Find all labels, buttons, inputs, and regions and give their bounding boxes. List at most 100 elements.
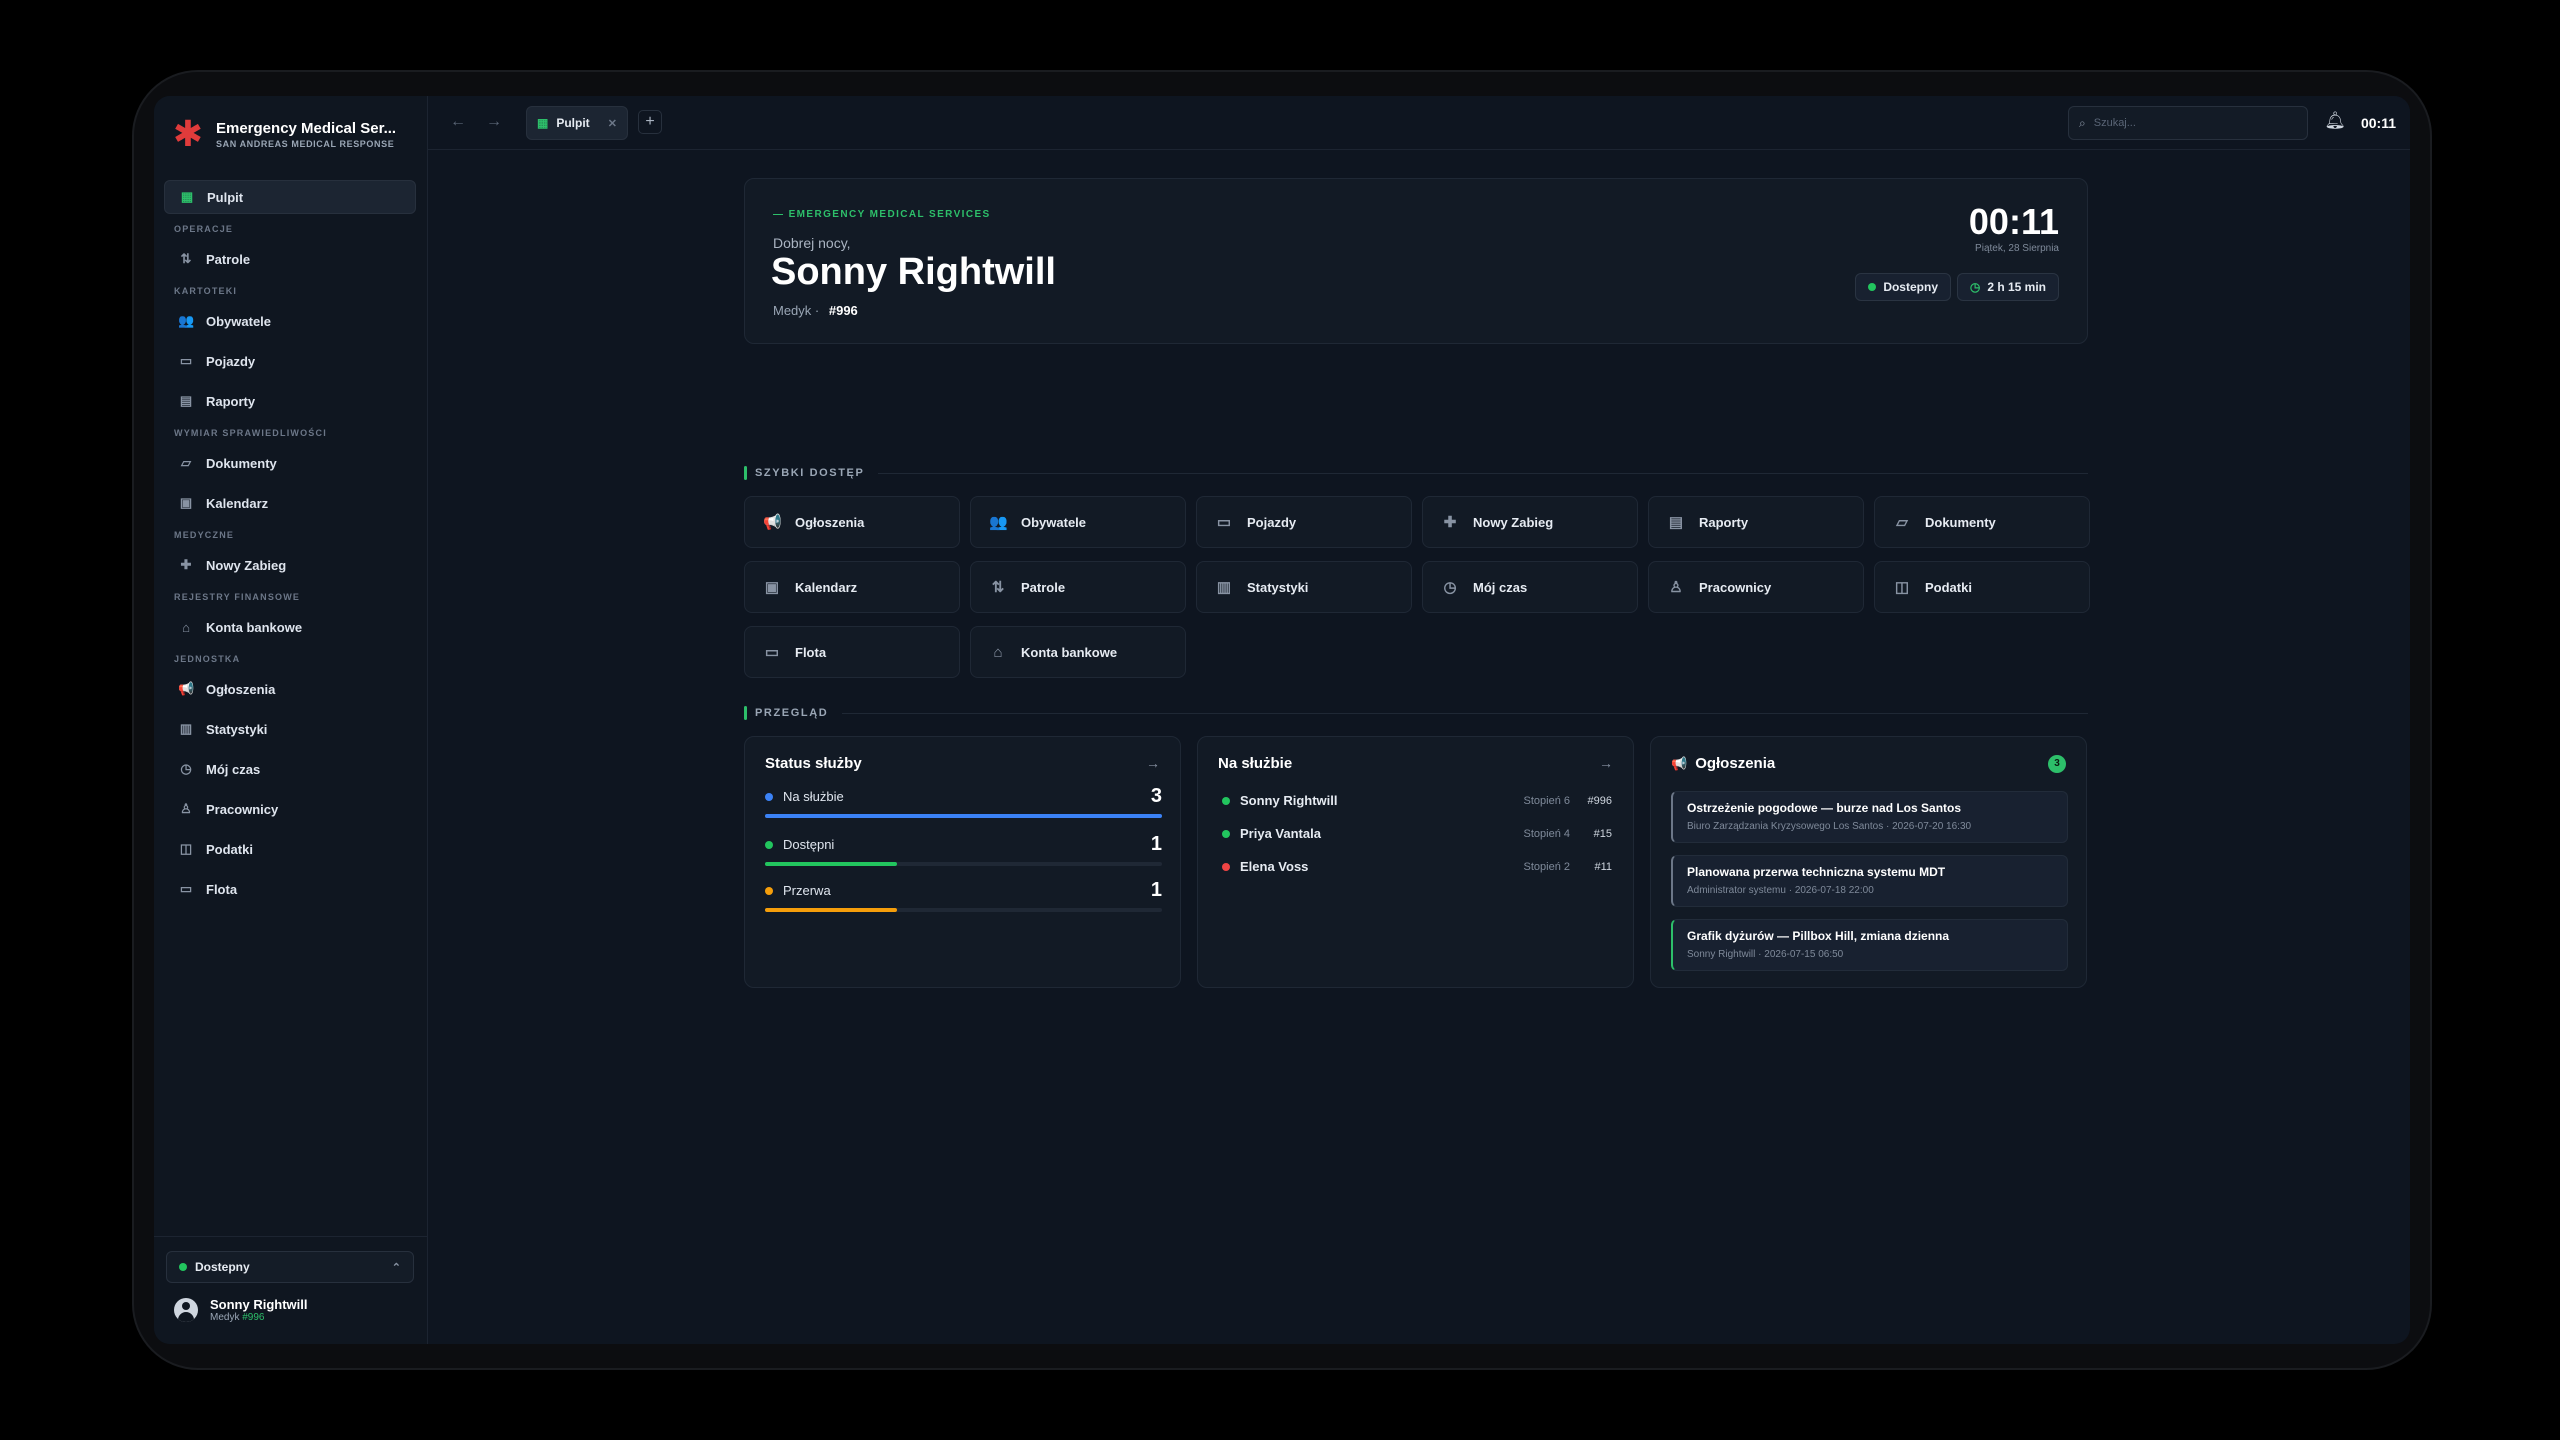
sidebar-item-nowy-zabieg[interactable]: ✚ Nowy Zabieg — [164, 548, 416, 582]
announcement-item[interactable]: Ostrzeżenie pogodowe — burze nad Los San… — [1671, 791, 2068, 843]
route-icon: ⇅ — [991, 579, 1005, 596]
avatar — [174, 1298, 198, 1322]
brand[interactable]: ✱ Emergency Medical Ser... SAN ANDREAS M… — [170, 112, 420, 156]
quick-kalendarz-button[interactable]: ▣ Kalendarz — [744, 561, 960, 613]
sidebar-item-flota[interactable]: ▭ Flota — [164, 872, 416, 906]
sidebar-item-label: Statystyki — [206, 721, 268, 737]
sidebar-section-title: MEDYCZNE — [174, 530, 235, 540]
sidebar-item-patrole[interactable]: ⇅ Patrole — [164, 242, 416, 276]
list-item[interactable]: Priya Vantala Stopień 4 #15 — [1222, 826, 1612, 841]
quick-obywatele-button[interactable]: 👥 Obywatele — [970, 496, 1186, 548]
quick-pracownicy-button[interactable]: ♙ Pracownicy — [1648, 561, 1864, 613]
car-icon: ▭ — [179, 353, 193, 368]
sidebar-item-obywatele[interactable]: 👥 Obywatele — [164, 304, 416, 338]
user-name: Sonny Rightwill — [210, 1297, 308, 1312]
sidebar-item-label: Flota — [206, 881, 238, 897]
money-icon: ◫ — [1894, 579, 1910, 596]
quick-raporty-button[interactable]: ▤ Raporty — [1648, 496, 1864, 548]
sidebar-item-label: Obywatele — [206, 313, 272, 329]
close-icon[interactable]: ✕ — [608, 117, 617, 130]
folder-icon: ▱ — [181, 455, 191, 470]
sidebar-footer: Dostepny ⌃ Sonny Rightwill Medyk #996 — [154, 1236, 427, 1344]
list-item[interactable]: Elena Voss Stopień 2 #11 — [1222, 859, 1612, 874]
back-arrow-icon[interactable]: ← — [450, 113, 466, 131]
sidebar-item-dokumenty[interactable]: ▱ Dokumenty — [164, 446, 416, 480]
search-input[interactable] — [2093, 117, 2284, 129]
stat-label: Na służbie — [783, 789, 844, 804]
search-box[interactable]: ⌕ — [2068, 106, 2308, 140]
medkit-icon: ✚ — [1443, 514, 1457, 531]
sidebar-section-title: KARTOTEKI — [174, 286, 238, 296]
progress-fill — [765, 908, 898, 912]
announcement-meta: Biuro Zarządzania Kryzysowego Los Santos… — [1687, 821, 1972, 832]
announcements-card: 📢 Ogłoszenia 3 Ostrzeżenie pogodowe — bu… — [1650, 736, 2087, 988]
quick-access-heading: SZYBKI DOSTĘP — [744, 466, 2088, 480]
grid-icon: ▦ — [180, 189, 194, 204]
forward-arrow-icon[interactable]: → — [486, 113, 502, 131]
list-item[interactable]: Sonny Rightwill Stopień 6 #996 — [1222, 793, 1612, 808]
quick-konta-bankowe-button[interactable]: ⌂ Konta bankowe — [970, 626, 1186, 678]
status-dot — [1868, 283, 1877, 291]
stat-row: Dostępni 1 — [765, 833, 1162, 866]
quick-dokumenty-button[interactable]: ▱ Dokumenty — [1874, 496, 2090, 548]
quick-ogloszenia-button[interactable]: 📢 Ogłoszenia — [744, 496, 960, 548]
quick-podatki-button[interactable]: ◫ Podatki — [1874, 561, 2090, 613]
status-selector[interactable]: Dostepny ⌃ — [166, 1251, 414, 1283]
announcement-meta: Sonny Rightwill · 2026-07-15 06:50 — [1687, 949, 1844, 960]
quick-patrole-button[interactable]: ⇅ Patrole — [970, 561, 1186, 613]
megaphone-icon: 📢 — [1671, 755, 1688, 771]
tab-label: Pulpit — [556, 116, 590, 130]
tab-pulpit[interactable]: ▦ Pulpit ✕ — [526, 106, 628, 140]
money-icon: ◫ — [179, 841, 193, 856]
member-name: Priya Vantala — [1240, 826, 1321, 841]
quick-moj-czas-button[interactable]: ◷ Mój czas — [1422, 561, 1638, 613]
add-tab-button[interactable]: + — [638, 110, 662, 134]
sidebar-item-konta-bankowe[interactable]: ⌂ Konta bankowe — [164, 610, 416, 644]
sidebar-item-statystyki[interactable]: ▥ Statystyki — [164, 712, 416, 746]
stat-dot — [765, 792, 773, 801]
sidebar-item-podatki[interactable]: ◫ Podatki — [164, 832, 416, 866]
sidebar-item-raporty[interactable]: ▤ Raporty — [164, 384, 416, 418]
member-name: Elena Voss — [1240, 859, 1309, 874]
quick-pojazdy-button[interactable]: ▭ Pojazdy — [1196, 496, 1412, 548]
quick-nowy-zabieg-button[interactable]: ✚ Nowy Zabieg — [1422, 496, 1638, 548]
hero-role: Medyk · #996 — [773, 303, 858, 318]
hero-clock: 00:11 — [1968, 201, 2059, 242]
card-title: Status służby — [765, 755, 862, 772]
member-rank: Stopień 2 — [1523, 860, 1570, 873]
quick-flota-button[interactable]: ▭ Flota — [744, 626, 960, 678]
sidebar-item-pulpit[interactable]: ▦ Pulpit — [164, 180, 416, 214]
clock-icon: ◷ — [180, 761, 192, 776]
count-badge: 3 — [2048, 755, 2066, 773]
file-icon: ▤ — [179, 393, 193, 408]
sidebar-item-pracownicy[interactable]: ♙ Pracownicy — [164, 792, 416, 826]
sidebar-item-kalendarz[interactable]: ▣ Kalendarz — [164, 486, 416, 520]
announcement-item[interactable]: Grafik dyżurów — Pillbox Hill, zmiana dz… — [1671, 919, 2068, 971]
tablet-frame: ✱ Emergency Medical Ser... SAN ANDREAS M… — [134, 72, 2430, 1368]
sidebar-section-title: JEDNOSTKA — [174, 654, 241, 664]
overview-heading: PRZEGLĄD — [744, 706, 2088, 720]
user-profile[interactable]: Sonny Rightwill Medyk #996 — [174, 1297, 308, 1323]
bank-icon: ⌂ — [182, 619, 190, 635]
clock-icon: ◷ — [1443, 579, 1457, 596]
quick-statystyki-button[interactable]: ▥ Statystyki — [1196, 561, 1412, 613]
announcement-title: Ostrzeżenie pogodowe — burze nad Los San… — [1687, 801, 1962, 815]
star-of-life-icon: ✱ — [172, 113, 204, 154]
sidebar-item-ogloszenia[interactable]: 📢 Ogłoszenia — [164, 672, 416, 706]
worker-icon: ♙ — [180, 801, 192, 816]
file-icon: ▤ — [1668, 514, 1684, 531]
sidebar-item-label: Kalendarz — [206, 495, 269, 511]
arrow-right-icon[interactable]: → — [1599, 755, 1613, 771]
status-dot — [1222, 796, 1230, 805]
sidebar-item-label: Pracownicy — [206, 801, 279, 817]
hero-tag: — EMERGENCY MEDICAL SERVICES — [773, 209, 991, 220]
bell-icon[interactable]: 🔔︎ — [2324, 111, 2346, 131]
member-badge: #996 — [1587, 794, 1612, 807]
progress-track — [765, 862, 1162, 866]
sidebar-item-label: Nowy Zabieg — [206, 557, 287, 573]
announcement-item[interactable]: Planowana przerwa techniczna systemu MDT… — [1671, 855, 2068, 907]
arrow-right-icon[interactable]: → — [1146, 755, 1160, 771]
sidebar-item-moj-czas[interactable]: ◷ Mój czas — [164, 752, 416, 786]
timer-icon: ◷ — [1969, 280, 1981, 294]
sidebar-item-pojazdy[interactable]: ▭ Pojazdy — [164, 344, 416, 378]
